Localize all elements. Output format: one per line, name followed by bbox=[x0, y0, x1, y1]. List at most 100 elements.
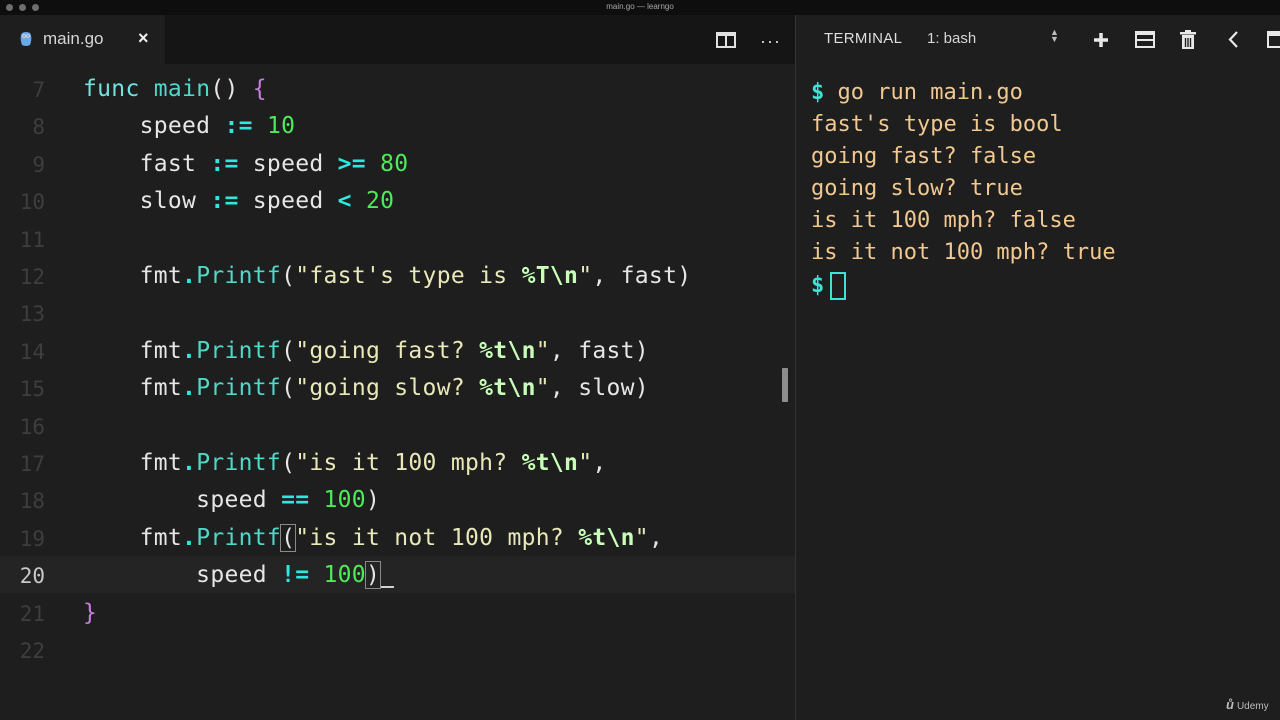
code-token: 100 bbox=[323, 487, 366, 514]
more-actions-icon[interactable]: ··· bbox=[760, 31, 781, 52]
code-token: 10 bbox=[266, 113, 296, 140]
code-token: Printf bbox=[196, 524, 282, 551]
line-number: 20 bbox=[19, 564, 45, 589]
code-token: ( bbox=[281, 450, 296, 476]
line-number: 13 bbox=[19, 302, 45, 327]
code-line[interactable]: 11 bbox=[0, 220, 795, 257]
code-line[interactable]: 8 speed := 10 bbox=[0, 107, 795, 144]
chevron-left-icon[interactable] bbox=[1227, 31, 1239, 48]
code-line[interactable]: 17 fmt.Printf("is it 100 mph? %t\n", bbox=[0, 444, 795, 481]
terminal-output-text: going slow? true bbox=[811, 176, 1023, 201]
code-token: "is it 100 mph? bbox=[295, 450, 522, 476]
code-token: fmt bbox=[83, 263, 183, 289]
terminal-output-text: is it 100 mph? false bbox=[811, 208, 1076, 233]
close-tab-icon[interactable]: × bbox=[138, 28, 149, 49]
terminal-line: fast's type is bool bbox=[811, 112, 1063, 137]
line-number: 11 bbox=[19, 227, 45, 252]
code-token: fmt bbox=[83, 450, 183, 476]
code-token: "fast's type is bbox=[295, 263, 522, 289]
code-token: . bbox=[182, 337, 197, 364]
code-line[interactable]: 9 fast := speed >= 80 bbox=[0, 145, 795, 182]
code-token: speed bbox=[83, 487, 282, 514]
line-number: 19 bbox=[19, 526, 45, 551]
code-token: "going slow? bbox=[295, 375, 480, 402]
code-token: , fast) bbox=[592, 263, 692, 289]
code-line[interactable]: 7 func main() { bbox=[0, 70, 795, 107]
go-gopher-icon bbox=[20, 32, 32, 46]
code-token: " bbox=[535, 375, 550, 402]
maximize-icon[interactable] bbox=[1267, 31, 1280, 48]
code-text: } bbox=[83, 600, 97, 626]
line-number: 14 bbox=[19, 339, 45, 364]
udemy-logo-icon: ů bbox=[1226, 697, 1234, 712]
code-token: %t\n bbox=[479, 375, 536, 402]
plus-icon[interactable] bbox=[1092, 31, 1110, 49]
terminal-output-text: go run main.go bbox=[824, 80, 1023, 105]
code-line[interactable]: 10 slow := speed < 20 bbox=[0, 182, 795, 219]
code-token: " bbox=[634, 524, 649, 551]
code-text: fmt.Printf("is it 100 mph? %t\n", bbox=[83, 450, 607, 476]
code-text: slow := speed < 20 bbox=[83, 188, 394, 214]
line-number: 21 bbox=[19, 601, 45, 626]
terminal-line: $ bbox=[811, 272, 847, 300]
select-arrows-icon[interactable]: ▲ ▼ bbox=[1050, 28, 1059, 44]
code-line[interactable]: 22 bbox=[0, 631, 795, 668]
tab-main-go[interactable]: main.go × bbox=[0, 15, 166, 64]
line-number: 10 bbox=[19, 190, 45, 215]
code-token: { bbox=[252, 76, 267, 102]
code-token: . bbox=[182, 263, 197, 289]
code-token: := bbox=[210, 188, 239, 215]
code-token: ) bbox=[364, 561, 382, 590]
code-text: fmt.Printf("is it not 100 mph? %t\n", bbox=[83, 523, 664, 552]
code-token: ( bbox=[281, 375, 296, 402]
shell-select[interactable]: 1: bash bbox=[927, 30, 976, 47]
code-token: main bbox=[153, 76, 211, 102]
editor-scrollbar[interactable] bbox=[782, 368, 788, 402]
split-editor-icon[interactable] bbox=[716, 32, 736, 48]
line-number: 18 bbox=[19, 489, 45, 514]
code-line[interactable]: 12 fmt.Printf("fast's type is %T\n", fas… bbox=[0, 257, 795, 294]
terminal-cursor bbox=[830, 272, 847, 300]
code-token: ( bbox=[281, 263, 296, 289]
code-token: , bbox=[648, 524, 664, 551]
code-token: %t\n bbox=[578, 524, 635, 551]
code-token: Printf bbox=[196, 375, 282, 402]
trash-icon[interactable] bbox=[1180, 30, 1196, 49]
code-text: speed == 100) bbox=[83, 487, 380, 513]
code-token: fmt bbox=[83, 375, 183, 402]
code-token: Printf bbox=[196, 450, 282, 476]
code-token: != bbox=[281, 562, 310, 589]
code-token: fast bbox=[83, 150, 211, 177]
tab-terminal[interactable]: TERMINAL bbox=[824, 30, 902, 47]
code-token: . bbox=[182, 524, 197, 551]
code-line[interactable]: 16 bbox=[0, 407, 795, 444]
line-number: 9 bbox=[32, 152, 45, 177]
code-line[interactable]: 20 speed != 100) bbox=[0, 556, 795, 594]
code-line[interactable]: 21} bbox=[0, 594, 795, 631]
code-editor[interactable]: 22 21} 20 speed != 100) 19 fmt.Printf("is i… bbox=[0, 64, 795, 720]
code-token: . bbox=[182, 450, 197, 476]
code-token: Printf bbox=[196, 337, 282, 364]
code-text: speed != 100) bbox=[83, 561, 395, 590]
code-text: fmt.Printf("fast's type is %T\n", fast) bbox=[83, 263, 691, 289]
code-token: ( bbox=[280, 523, 297, 552]
terminal-panel[interactable]: $ go run main.go fast's type is bool going… bbox=[796, 64, 1280, 720]
code-token: ( bbox=[281, 337, 296, 364]
code-text: fast := speed >= 80 bbox=[83, 150, 409, 177]
code-line[interactable]: 14 fmt.Printf("going fast? %t\n", fast) bbox=[0, 332, 795, 369]
code-token: " bbox=[578, 263, 593, 289]
code-token: slow bbox=[83, 188, 211, 215]
code-line[interactable]: 13 bbox=[0, 294, 795, 331]
code-line[interactable]: 19 fmt.Printf("is it not 100 mph? %t\n", bbox=[0, 519, 795, 556]
code-text: fmt.Printf("going slow? %t\n", slow) bbox=[83, 375, 649, 401]
code-token: " bbox=[535, 337, 550, 364]
code-line[interactable]: 15 fmt.Printf("going slow? %t\n", slow) bbox=[0, 369, 795, 406]
code-token: , fast) bbox=[549, 337, 649, 364]
code-token: := bbox=[210, 150, 239, 177]
split-terminal-icon[interactable] bbox=[1135, 31, 1155, 48]
terminal-output-text: going fast? false bbox=[811, 144, 1037, 169]
code-line[interactable]: 18 speed == 100) bbox=[0, 481, 795, 518]
